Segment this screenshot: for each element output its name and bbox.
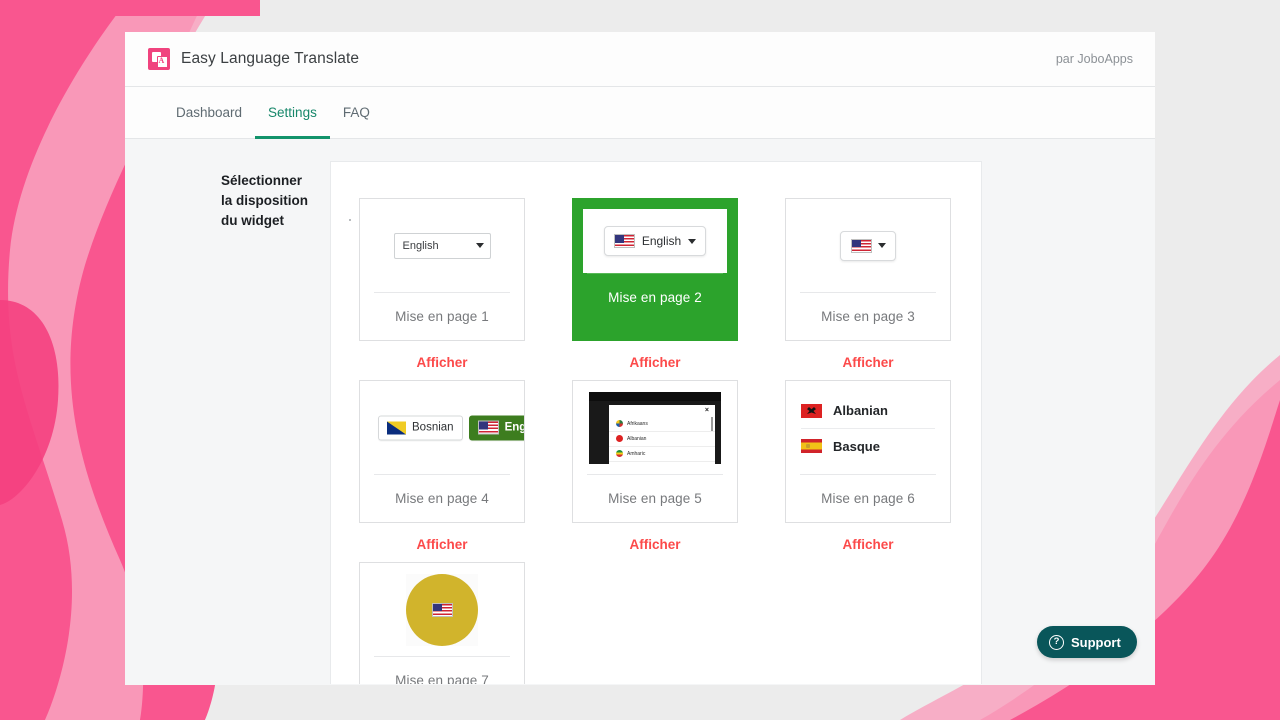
layout-option-6: Albanian Basque Mise en page 6 Afficher — [785, 370, 951, 552]
modal-list-item-label: Amharic — [627, 450, 646, 457]
layout-preview-3 — [786, 199, 950, 292]
brand: A Easy Language Translate — [148, 48, 359, 70]
bosnia-flag-icon — [387, 421, 406, 434]
layout-grid: English Mise en page 1 Afficher English … — [355, 188, 957, 684]
app-window: A Easy Language Translate par JoboApps D… — [125, 32, 1155, 685]
language-button-bosnian[interactable]: Bosnian — [378, 415, 463, 440]
language-select-mock[interactable]: English — [393, 232, 491, 259]
layout-preview-2: English — [583, 209, 727, 273]
page-title: Easy Language Translate — [181, 50, 360, 67]
layout-preview-link-3[interactable]: Afficher — [785, 355, 951, 370]
layout-card-2[interactable]: English Mise en page 2 — [572, 198, 738, 341]
app-header: A Easy Language Translate par JoboApps — [125, 32, 1155, 87]
modal-list-item[interactable]: Amharic — [609, 447, 715, 462]
section-label: Sélectionner la disposition du widget — [221, 173, 309, 228]
modal-preview-topbar — [589, 391, 721, 401]
language-list-mock: Albanian Basque — [801, 392, 935, 464]
layout-option-1: English Mise en page 1 Afficher — [359, 188, 525, 370]
layout-label-6: Mise en page 6 — [821, 491, 915, 506]
modal-list-item[interactable]: Afrikaans — [609, 417, 715, 432]
language-list-item-label: Albanian — [833, 403, 888, 418]
language-widget-mock[interactable]: English — [603, 226, 707, 256]
language-button-english-label: Engl — [504, 421, 524, 434]
layout-card-7[interactable]: Mise en page 7 — [359, 562, 525, 684]
us-flag-icon — [850, 238, 872, 253]
albania-flag-icon — [801, 403, 822, 418]
circle-badge — [406, 573, 478, 646]
layout-label-1: Mise en page 1 — [395, 309, 489, 324]
modal-list-item-label: Afrikaans — [627, 420, 648, 427]
albania-flag-icon — [616, 435, 623, 442]
modal-list-item-label: Albanian — [627, 435, 647, 442]
close-icon[interactable]: × — [705, 407, 709, 414]
layout-label-4: Mise en page 4 — [395, 491, 489, 506]
language-widget-value: English — [641, 234, 682, 248]
language-button-bosnian-label: Bosnian — [412, 421, 454, 434]
language-list-item-label: Basque — [833, 438, 880, 454]
support-button-label: Support — [1071, 634, 1121, 650]
layout-option-2: English Mise en page 2 Afficher — [572, 188, 738, 370]
modal-list-item[interactable]: Albanian — [609, 432, 715, 447]
modal-preview-mock: × Afrikaans Albanian Amharic — [589, 391, 721, 464]
layout-card-4[interactable]: Bosnian Engl Mise en page 4 — [359, 380, 525, 523]
question-mark-icon: ? — [1049, 634, 1064, 650]
layout-label-3: Mise en page 3 — [821, 309, 915, 324]
us-flag-icon — [431, 602, 453, 617]
layout-card-5[interactable]: × Afrikaans Albanian Amharic Mise en pag… — [572, 380, 738, 523]
layout-preview-1: English — [360, 199, 524, 292]
support-button[interactable]: ? Support — [1037, 626, 1137, 658]
south-africa-flag-icon — [616, 420, 623, 427]
layout-label-5: Mise en page 5 — [608, 491, 702, 506]
layout-card-3[interactable]: Mise en page 3 — [785, 198, 951, 341]
translate-logo-icon: A — [148, 48, 170, 70]
tab-settings[interactable]: Settings — [255, 87, 330, 139]
spain-flag-icon — [801, 439, 822, 453]
layout-preview-link-6[interactable]: Afficher — [785, 537, 951, 552]
language-list-item-basque[interactable]: Basque — [801, 429, 935, 464]
language-button-english[interactable]: Engl — [468, 415, 524, 440]
layout-option-3: Mise en page 3 Afficher — [785, 188, 951, 370]
us-flag-icon — [477, 420, 499, 435]
flag-only-widget-mock[interactable] — [840, 230, 896, 261]
ethiopia-flag-icon — [616, 450, 623, 457]
layout-preview-5: × Afrikaans Albanian Amharic — [573, 381, 737, 474]
logo-glyph: A — [158, 56, 165, 65]
panel-dot-artifact — [349, 219, 351, 221]
tab-faq[interactable]: FAQ — [330, 87, 383, 138]
layout-option-5: × Afrikaans Albanian Amharic Mise en pag… — [572, 370, 738, 552]
chevron-down-icon — [877, 243, 886, 248]
language-select-value: English — [402, 239, 439, 252]
layout-card-6[interactable]: Albanian Basque Mise en page 6 — [785, 380, 951, 523]
layout-label-7: Mise en page 7 — [395, 673, 489, 684]
chevron-down-icon — [688, 238, 697, 244]
content-area: Sélectionner la disposition du widget En… — [125, 139, 1155, 684]
app-nav: Dashboard Settings FAQ — [125, 87, 1155, 139]
tab-dashboard[interactable]: Dashboard — [163, 87, 255, 138]
header-author: par JoboApps — [1055, 52, 1133, 66]
layout-preview-link-2[interactable]: Afficher — [572, 355, 738, 370]
layout-preview-7 — [360, 563, 524, 656]
layout-preview-link-5[interactable]: Afficher — [572, 537, 738, 552]
layout-option-4: Bosnian Engl Mise en page 4 — [359, 370, 525, 552]
layout-preview-6: Albanian Basque — [786, 381, 950, 474]
layout-preview-link-1[interactable]: Afficher — [359, 355, 525, 370]
layouts-panel: English Mise en page 1 Afficher English … — [330, 161, 982, 684]
circle-widget-mock[interactable] — [406, 573, 478, 646]
modal-preview-sheet: × Afrikaans Albanian Amharic — [609, 404, 715, 464]
language-list-item-albanian[interactable]: Albanian — [801, 394, 935, 429]
chevron-down-icon — [475, 243, 484, 248]
layout-card-1[interactable]: English Mise en page 1 — [359, 198, 525, 341]
us-flag-icon — [613, 234, 635, 248]
layout-preview-link-4[interactable]: Afficher — [359, 537, 525, 552]
layout-preview-4: Bosnian Engl — [360, 381, 524, 474]
scrollbar[interactable] — [711, 416, 713, 431]
layout-label-2: Mise en page 2 — [608, 290, 702, 305]
language-button-row: Bosnian Engl — [378, 415, 524, 440]
layout-option-7: Mise en page 7 Afficher — [359, 552, 525, 684]
